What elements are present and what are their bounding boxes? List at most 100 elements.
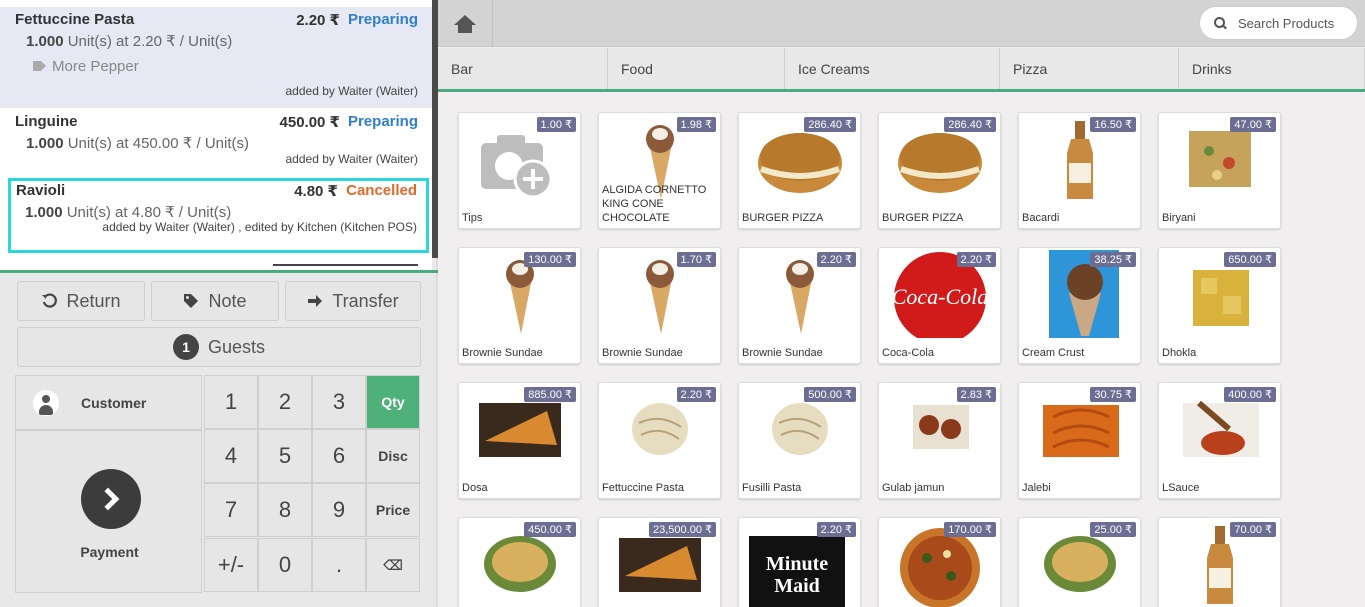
product-name: Cream Crust bbox=[1022, 347, 1085, 359]
product-card[interactable]: 286.40 ₹ BURGER PIZZA bbox=[878, 112, 1001, 229]
product-price: 500.00 ₹ bbox=[804, 387, 856, 402]
product-card[interactable]: Minute Maid 2.20 ₹ bbox=[738, 517, 861, 607]
product-card[interactable]: 286.40 ₹ BURGER PIZZA bbox=[738, 112, 861, 229]
key-9[interactable]: 9 bbox=[312, 483, 366, 537]
product-price: 2.20 ₹ bbox=[816, 252, 856, 267]
return-button[interactable]: Return bbox=[17, 281, 145, 321]
product-name: ALGIDA CORNETTO KING CONE CHOCOLATE bbox=[602, 184, 707, 224]
product-price: 1.98 ₹ bbox=[676, 117, 716, 132]
product-card[interactable]: 1.98 ₹ ALGIDA CORNETTO KING CONE CHOCOLAT… bbox=[598, 112, 721, 229]
product-price: 450.00 ₹ bbox=[524, 522, 576, 537]
product-price: 1.00 ₹ bbox=[536, 117, 576, 132]
category-pizza[interactable]: Pizza bbox=[1000, 48, 1179, 89]
key-2[interactable]: 2 bbox=[258, 375, 312, 429]
line-added-by: added by Waiter (Waiter) bbox=[285, 84, 419, 98]
svg-text:Coca-Cola: Coca-Cola bbox=[892, 284, 989, 309]
svg-text:Minute: Minute bbox=[766, 553, 828, 575]
key-3[interactable]: 3 bbox=[312, 375, 366, 429]
product-name: Gulab jamun bbox=[882, 482, 945, 494]
tag-icon bbox=[184, 294, 199, 308]
product-price: 23,500.00 ₹ bbox=[649, 522, 716, 537]
product-card[interactable]: 2.83 ₹ Gulab jamun bbox=[878, 382, 1001, 499]
backspace-icon[interactable]: ⌫ bbox=[366, 538, 420, 592]
line-added-by: added by Waiter (Waiter) , edited by Kit… bbox=[102, 220, 417, 234]
key-decimal[interactable]: . bbox=[312, 538, 366, 592]
payment-button[interactable]: Payment bbox=[15, 430, 202, 593]
product-price: 130.00 ₹ bbox=[524, 252, 576, 267]
product-card[interactable]: 30.75 ₹ Jalebi bbox=[1018, 382, 1141, 499]
line-added-by: added by Waiter (Waiter) bbox=[285, 152, 419, 166]
product-card[interactable]: 650.00 ₹ Dhokla bbox=[1158, 247, 1281, 364]
product-price: 286.40 ₹ bbox=[944, 117, 996, 132]
category-drinks[interactable]: Drinks bbox=[1179, 48, 1365, 89]
svg-text:Maid: Maid bbox=[774, 575, 820, 597]
product-card[interactable]: 1.70 ₹ Brownie Sundae bbox=[598, 247, 721, 364]
product-price: 70.00 ₹ bbox=[1230, 522, 1276, 537]
product-card[interactable]: 130.00 ₹ Brownie Sundae bbox=[458, 247, 581, 364]
line-note-text: More Pepper bbox=[52, 58, 139, 75]
product-card[interactable]: 170.00 ₹ bbox=[878, 517, 1001, 607]
guests-count: 1 bbox=[172, 334, 199, 360]
key-5[interactable]: 5 bbox=[258, 429, 312, 483]
product-card[interactable]: 47.00 ₹ Biryani bbox=[1158, 112, 1281, 229]
arrow-right-icon bbox=[308, 295, 323, 307]
order-panel-divider bbox=[0, 270, 438, 273]
order-line[interactable]: Linguine 450.00 ₹ Preparing 1.000 Unit(s… bbox=[0, 109, 432, 177]
category-food[interactable]: Food bbox=[608, 48, 785, 89]
search-box[interactable] bbox=[1199, 6, 1358, 40]
product-card[interactable]: 2.20 ₹ Fettuccine Pasta bbox=[598, 382, 721, 499]
note-button[interactable]: Note bbox=[151, 281, 279, 321]
home-button[interactable] bbox=[438, 0, 493, 47]
order-line-selected[interactable]: Ravioli 4.80 ₹ Cancelled 1.000 Unit(s) a… bbox=[8, 178, 429, 253]
product-name: Fusilli Pasta bbox=[742, 482, 802, 494]
product-card[interactable]: 16.50 ₹ Bacardi bbox=[1018, 112, 1141, 229]
note-label: Note bbox=[208, 290, 247, 311]
key-qty[interactable]: Qty bbox=[366, 375, 420, 429]
product-name: Biryani bbox=[1162, 212, 1196, 224]
product-card[interactable]: 400.00 ₹ LSauce bbox=[1158, 382, 1281, 499]
transfer-button[interactable]: Transfer bbox=[285, 281, 421, 321]
category-ice-creams[interactable]: Ice Creams bbox=[785, 48, 1000, 89]
key-4[interactable]: 4 bbox=[204, 429, 258, 483]
product-card[interactable]: 23,500.00 ₹ bbox=[598, 517, 721, 607]
customer-button[interactable]: Customer bbox=[15, 375, 202, 430]
line-quantity-info: 1.000 Unit(s) at 2.20 ₹ / Unit(s) bbox=[26, 32, 232, 50]
line-unit-text: Unit(s) at 2.20 ₹ / Unit(s) bbox=[67, 33, 233, 50]
order-total-divider bbox=[273, 264, 418, 266]
product-card[interactable]: 2.20 ₹ Brownie Sundae bbox=[738, 247, 861, 364]
key-plus-minus[interactable]: +/- bbox=[204, 538, 258, 592]
product-card[interactable]: 885.00 ₹ Dosa bbox=[458, 382, 581, 499]
product-card[interactable]: 1.00 ₹ Tips bbox=[458, 112, 581, 229]
product-name: Brownie Sundae bbox=[602, 347, 683, 359]
product-price: 885.00 ₹ bbox=[524, 387, 576, 402]
product-card[interactable]: 70.00 ₹ bbox=[1158, 517, 1281, 607]
product-name: BURGER PIZZA bbox=[882, 212, 964, 224]
key-6[interactable]: 6 bbox=[312, 429, 366, 483]
product-price: 2.83 ₹ bbox=[956, 387, 996, 402]
line-qty: 1.000 bbox=[26, 33, 64, 50]
key-0[interactable]: 0 bbox=[258, 538, 312, 592]
guests-button[interactable]: 1 Guests bbox=[17, 327, 421, 367]
product-card[interactable]: 450.00 ₹ bbox=[458, 517, 581, 607]
product-price: 16.50 ₹ bbox=[1090, 117, 1136, 132]
category-bar[interactable]: Bar bbox=[438, 48, 608, 89]
product-price: 2.20 ₹ bbox=[816, 522, 856, 537]
product-price: 47.00 ₹ bbox=[1230, 117, 1276, 132]
product-card[interactable]: 38.25 ₹ Cream Crust bbox=[1018, 247, 1141, 364]
order-lines[interactable]: Fettuccine Pasta 2.20 ₹ Preparing 1.000 … bbox=[0, 0, 432, 270]
transfer-label: Transfer bbox=[332, 290, 399, 311]
product-card[interactable]: 500.00 ₹ Fusilli Pasta bbox=[738, 382, 861, 499]
search-input[interactable] bbox=[1238, 15, 1348, 31]
key-8[interactable]: 8 bbox=[258, 483, 312, 537]
order-line[interactable]: Fettuccine Pasta 2.20 ₹ Preparing 1.000 … bbox=[0, 7, 432, 108]
line-status: Preparing bbox=[347, 11, 418, 28]
line-product-name: Linguine bbox=[15, 113, 78, 130]
key-price[interactable]: Price bbox=[366, 483, 420, 537]
key-disc[interactable]: Disc bbox=[366, 429, 420, 483]
product-card[interactable]: 25.00 ₹ bbox=[1018, 517, 1141, 607]
key-1[interactable]: 1 bbox=[204, 375, 258, 429]
product-card[interactable]: Coca-Cola 2.20 ₹ Coca-Cola bbox=[878, 247, 1001, 364]
key-7[interactable]: 7 bbox=[204, 483, 258, 537]
line-unit-text: Unit(s) at 450.00 ₹ / Unit(s) bbox=[67, 135, 249, 152]
product-name: Bacardi bbox=[1022, 212, 1060, 224]
